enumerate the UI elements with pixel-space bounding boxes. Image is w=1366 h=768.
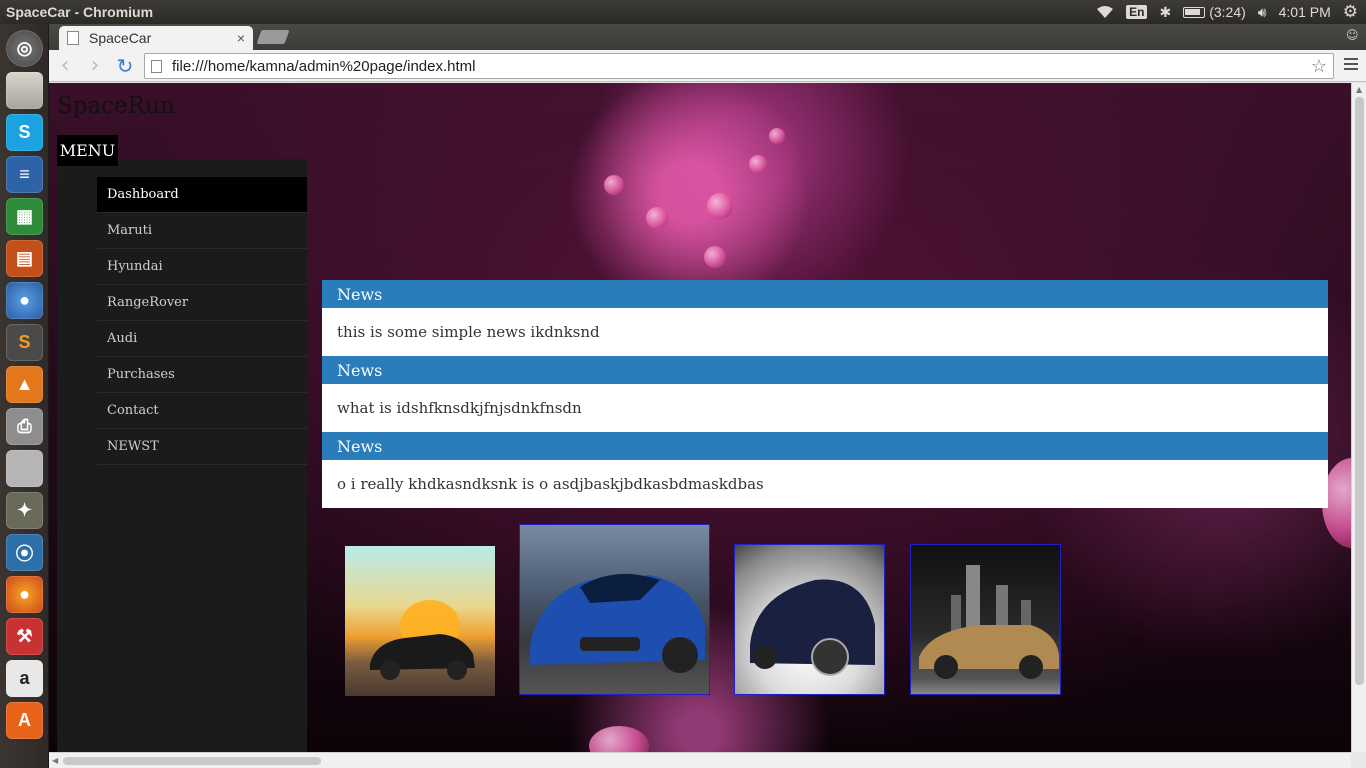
gimp-icon[interactable]: ✦ bbox=[6, 492, 43, 529]
car-image-sunset[interactable] bbox=[345, 546, 495, 696]
address-bar[interactable]: file:///home/kamna/admin%20page/index.ht… bbox=[144, 53, 1334, 79]
window-title: SpaceCar - Chromium bbox=[6, 4, 154, 20]
skype-icon[interactable]: S bbox=[6, 114, 43, 151]
site-title: SpaceRun bbox=[57, 93, 175, 119]
wifi-icon[interactable] bbox=[1096, 5, 1114, 19]
news-text: this is some simple news ikdnksnd bbox=[322, 308, 1328, 356]
news-heading: News bbox=[322, 432, 1328, 460]
page-icon bbox=[67, 31, 79, 45]
sidebar-item-contact[interactable]: Contact bbox=[97, 393, 307, 429]
impress-icon[interactable]: ▤ bbox=[6, 240, 43, 277]
back-button[interactable]: ‹ bbox=[51, 52, 79, 80]
vlc-icon[interactable]: ▲ bbox=[6, 366, 43, 403]
new-tab-button[interactable] bbox=[256, 30, 290, 44]
car-image-blue[interactable] bbox=[519, 524, 710, 695]
horizontal-scroll-thumb[interactable] bbox=[63, 757, 321, 765]
calc-icon[interactable]: ▦ bbox=[6, 198, 43, 235]
tab-spacecar[interactable]: SpaceCar × bbox=[59, 26, 253, 50]
settings-gear-icon[interactable]: ⚙ bbox=[1343, 2, 1358, 22]
menu-toggle-button[interactable]: MENU bbox=[57, 135, 118, 166]
sidebar-item-maruti[interactable]: Maruti bbox=[97, 213, 307, 249]
os-top-panel: SpaceCar - Chromium En ✱ (3:24) 🔊︎ 4:01 … bbox=[0, 0, 1366, 24]
clock[interactable]: 4:01 PM bbox=[1279, 4, 1331, 20]
amazon-icon[interactable]: a bbox=[6, 660, 43, 697]
chromium-icon[interactable]: ● bbox=[6, 282, 43, 319]
sidebar-item-hyundai[interactable]: Hyundai bbox=[97, 249, 307, 285]
car-silhouette-icon bbox=[370, 600, 475, 680]
tab-close-icon[interactable]: × bbox=[237, 30, 245, 46]
car-image-dark-blue[interactable] bbox=[734, 544, 885, 695]
browser-window: SpaceCar × ☺ ‹ › ↻ file:///home/kamna/ad… bbox=[49, 24, 1366, 768]
printer-icon[interactable]: ⎙ bbox=[6, 408, 43, 445]
battery-icon bbox=[1183, 6, 1206, 18]
browser-menu-icon[interactable] bbox=[1344, 58, 1358, 72]
vertical-scrollbar[interactable]: ▲ bbox=[1351, 83, 1366, 752]
car-silhouette-icon bbox=[750, 579, 875, 676]
battery-indicator[interactable]: (3:24) bbox=[1183, 4, 1246, 20]
tab-strip: SpaceCar × ☺ bbox=[49, 24, 1366, 50]
scroll-left-icon[interactable]: ◀ bbox=[52, 756, 58, 765]
vertical-scroll-thumb[interactable] bbox=[1355, 97, 1364, 685]
background-bubble bbox=[769, 128, 785, 144]
bluetooth-icon[interactable]: ✱ bbox=[1159, 4, 1171, 21]
battery-time: (3:24) bbox=[1209, 4, 1246, 20]
tab-title: SpaceCar bbox=[89, 30, 152, 46]
background-bubble bbox=[707, 193, 733, 219]
url-text: file:///home/kamna/admin%20page/index.ht… bbox=[172, 57, 476, 75]
car-image-gold[interactable] bbox=[910, 544, 1061, 695]
user-profile-icon[interactable]: ☺ bbox=[1346, 28, 1360, 42]
software-center-icon[interactable]: A bbox=[6, 702, 43, 739]
dash-home-icon[interactable]: ◎ bbox=[6, 30, 43, 67]
horizontal-scrollbar[interactable]: ◀ bbox=[49, 752, 1351, 768]
car-silhouette-icon bbox=[919, 565, 1059, 679]
news-panel: News this is some simple news ikdnksnd N… bbox=[322, 280, 1328, 508]
firefox-icon[interactable]: ● bbox=[6, 576, 43, 613]
background-bubble bbox=[704, 246, 726, 268]
background-bubble bbox=[604, 175, 624, 195]
background-bubble bbox=[589, 726, 649, 752]
app-icon[interactable]: ⦿ bbox=[6, 534, 43, 571]
app-launcher: ◎ S ≡ ▦ ▤ ● S ▲ ⎙ ✦ ⦿ ● ⚒ a A bbox=[0, 24, 49, 768]
background-bubble bbox=[749, 155, 767, 173]
system-tray: En ✱ (3:24) 🔊︎ 4:01 PM ⚙ bbox=[1096, 2, 1366, 22]
news-heading: News bbox=[322, 280, 1328, 308]
sidebar-item-rangerover[interactable]: RangeRover bbox=[97, 285, 307, 321]
disk-icon[interactable] bbox=[6, 450, 43, 487]
background-bubble bbox=[646, 207, 668, 229]
sidebar-menu: Dashboard Maruti Hyundai RangeRover Audi… bbox=[97, 177, 307, 465]
files-icon[interactable] bbox=[6, 72, 43, 109]
browser-toolbar: ‹ › ↻ file:///home/kamna/admin%20page/in… bbox=[49, 50, 1366, 82]
forward-button[interactable]: › bbox=[81, 52, 109, 80]
system-settings-icon[interactable]: ⚒ bbox=[6, 618, 43, 655]
news-text: o i really khdkasndksnk is o asdjbaskjbd… bbox=[322, 460, 1328, 508]
writer-icon[interactable]: ≡ bbox=[6, 156, 43, 193]
news-heading: News bbox=[322, 356, 1328, 384]
sidebar-item-newst[interactable]: NEWST bbox=[97, 429, 307, 465]
scroll-up-icon[interactable]: ▲ bbox=[1356, 85, 1362, 94]
sidebar-item-purchases[interactable]: Purchases bbox=[97, 357, 307, 393]
sidebar: Dashboard Maruti Hyundai RangeRover Audi… bbox=[57, 159, 307, 752]
page-viewport: SpaceRun Dashboard Maruti Hyundai RangeR… bbox=[49, 83, 1351, 752]
bookmark-star-icon[interactable]: ☆ bbox=[1311, 56, 1327, 77]
car-silhouette-icon bbox=[530, 573, 705, 673]
sidebar-item-dashboard[interactable]: Dashboard bbox=[97, 177, 307, 213]
volume-icon[interactable]: 🔊︎ bbox=[1258, 4, 1267, 21]
sublime-text-icon[interactable]: S bbox=[6, 324, 43, 361]
reload-button[interactable]: ↻ bbox=[111, 52, 139, 80]
language-indicator[interactable]: En bbox=[1126, 5, 1148, 19]
news-text: what is idshfknsdkjfnjsdnkfnsdn bbox=[322, 384, 1328, 432]
sidebar-item-audi[interactable]: Audi bbox=[97, 321, 307, 357]
page-info-icon[interactable] bbox=[151, 59, 162, 73]
